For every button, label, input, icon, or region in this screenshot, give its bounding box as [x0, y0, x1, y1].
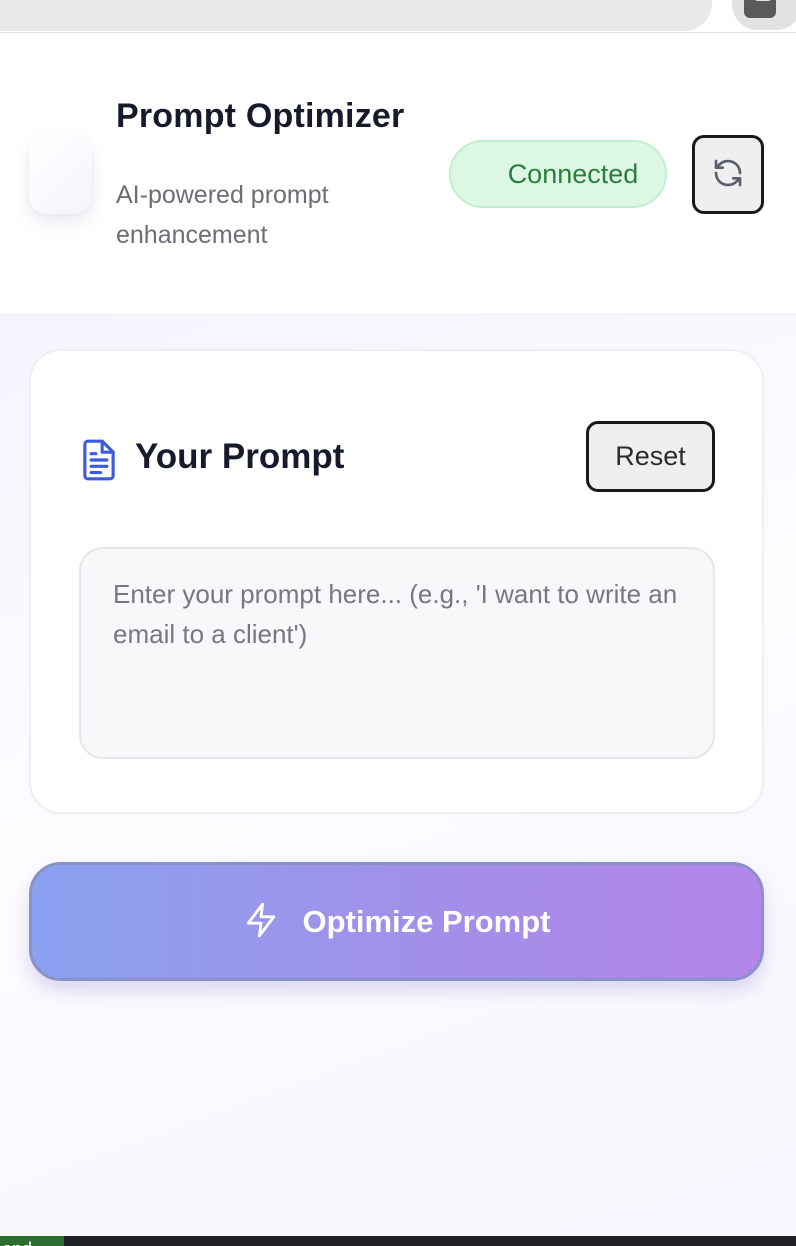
display-icon[interactable] — [580, 0, 614, 3]
app-title: Prompt Optimizer — [116, 97, 405, 135]
profile-icon[interactable] — [732, 0, 796, 30]
taskbar-item[interactable]: ond — [0, 1236, 64, 1246]
lightning-icon — [242, 900, 280, 943]
refresh-button[interactable] — [692, 135, 764, 214]
card-title: Your Prompt — [135, 437, 345, 476]
star-icon[interactable] — [652, 0, 680, 3]
prompt-input[interactable] — [79, 547, 715, 759]
status-badge: Connected — [449, 140, 667, 208]
app-subtitle: AI-powered prompt enhancement — [116, 181, 329, 249]
reset-button[interactable]: Reset — [586, 421, 715, 492]
document-icon — [80, 438, 118, 487]
refresh-icon — [712, 157, 744, 192]
app-header: Prompt Optimizer AI-powered prompt enhan… — [0, 34, 796, 315]
main-content: Your Prompt Reset Optimize Prompt — [0, 315, 796, 1236]
profile-avatar — [744, 0, 776, 18]
optimize-label: Optimize Prompt — [302, 903, 551, 939]
prompt-card: Your Prompt Reset — [29, 349, 764, 814]
browser-toolbar — [0, 0, 796, 33]
taskbar: ond — [0, 1236, 796, 1246]
app-logo — [29, 134, 92, 214]
address-bar-area — [0, 0, 712, 31]
optimize-prompt-button[interactable]: Optimize Prompt — [29, 862, 764, 981]
